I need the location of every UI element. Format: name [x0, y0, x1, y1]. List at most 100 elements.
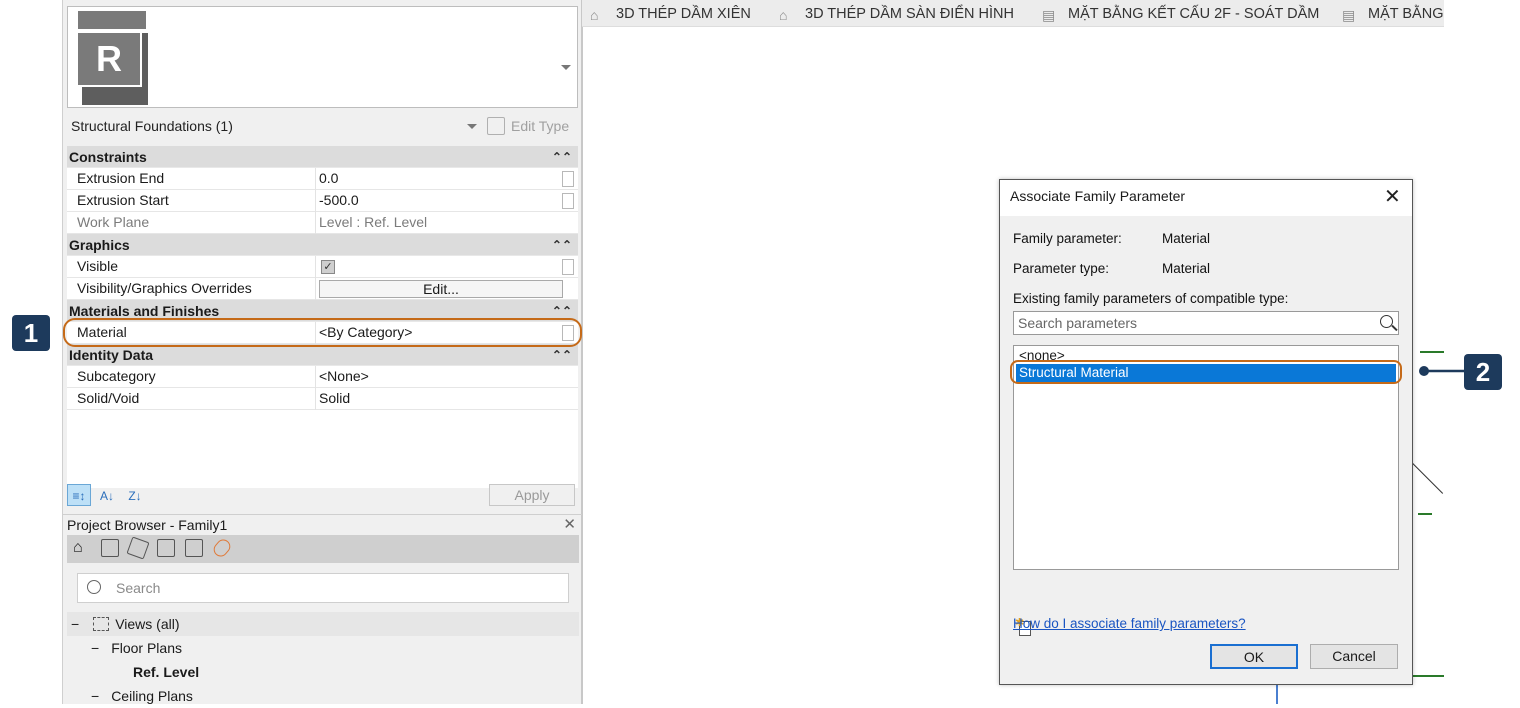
property-value[interactable]: 0.0: [319, 168, 338, 189]
edit-type-button[interactable]: Edit Type: [485, 113, 575, 139]
3d-view-icon: ⌂: [779, 7, 788, 23]
view-tabs: ⌂ 3D THÉP DẦM XIÊN ⌂ 3D THÉP DẦM SÀN ĐIỂN …: [582, 0, 1444, 27]
property-value: Level : Ref. Level: [319, 214, 428, 230]
chevron-down-icon[interactable]: [561, 65, 571, 70]
group-constraints[interactable]: Constraints ⌃⌃: [67, 146, 578, 168]
sheets-icon[interactable]: [126, 536, 150, 560]
material-highlight: [63, 318, 582, 347]
associate-family-parameter-dialog: Associate Family Parameter ✕ Family para…: [999, 179, 1413, 685]
ok-button[interactable]: OK: [1210, 644, 1298, 669]
property-value[interactable]: Solid: [319, 388, 350, 409]
collapse-icon[interactable]: ⌃⌃: [552, 234, 572, 256]
property-row[interactable]: Extrusion End 0.0: [67, 168, 578, 190]
tree-expander[interactable]: −: [91, 640, 99, 656]
properties-empty-area: [67, 410, 578, 488]
property-row[interactable]: Extrusion Start -500.0: [67, 190, 578, 212]
existing-parameters-label: Existing family parameters of compatible…: [1013, 291, 1289, 306]
link-icon[interactable]: [210, 536, 234, 560]
tab-mat-bang[interactable]: ▤ MẶT BẰNG: [1342, 0, 1443, 27]
property-row[interactable]: Visibility/Graphics Overrides Edit...: [67, 278, 578, 300]
search-parameters-input[interactable]: Search parameters: [1013, 311, 1399, 335]
views-icon[interactable]: [101, 539, 119, 557]
collapse-icon[interactable]: ⌃⌃: [552, 146, 572, 168]
canvas-line: [1411, 462, 1444, 494]
sort-ascending-icon[interactable]: A↓: [95, 485, 119, 507]
tree-item-views[interactable]: − Views (all): [67, 612, 579, 636]
cancel-button[interactable]: Cancel: [1310, 644, 1398, 669]
vg-overrides-edit-button[interactable]: Edit...: [319, 280, 563, 298]
edit-type-label: Edit Type: [511, 118, 570, 134]
property-row: Work Plane Level : Ref. Level: [67, 212, 578, 234]
tree-item-floor-plans[interactable]: − Floor Plans: [67, 636, 579, 660]
properties-grid: Constraints ⌃⌃ Extrusion End 0.0 Extrusion…: [67, 146, 578, 488]
project-browser-toolbar: ⌂: [67, 535, 579, 563]
close-icon[interactable]: ✕: [1384, 184, 1401, 209]
property-row[interactable]: Solid/Void Solid: [67, 388, 578, 410]
property-key: Solid/Void: [77, 390, 140, 406]
browser-search-input[interactable]: Search: [77, 573, 569, 603]
sort-descending-icon[interactable]: Z↓: [123, 485, 147, 507]
family-parameter-value: Material: [1162, 231, 1211, 246]
tree-expander[interactable]: −: [71, 616, 79, 632]
group-identity[interactable]: Identity Data ⌃⌃: [67, 344, 578, 366]
tab-3d-dam-san[interactable]: ⌂ 3D THÉP DẦM SÀN ĐIỂN HÌNH: [779, 0, 1014, 27]
visible-checkbox[interactable]: ✓: [321, 260, 335, 274]
group-graphics[interactable]: Graphics ⌃⌃: [67, 234, 578, 256]
properties-toolbar: ≡↕ A↓ Z↓: [67, 484, 151, 508]
group-label: Identity Data: [69, 347, 154, 363]
project-browser-title-text: Project Browser - Family1: [67, 517, 228, 533]
project-browser-title: Project Browser - Family1 ✕: [63, 514, 582, 534]
chevron-down-icon[interactable]: [467, 124, 477, 129]
tab-mat-bang-2f[interactable]: ▤ MẶT BẰNG KẾT CẤU 2F - SOÁT DẦM: [1042, 0, 1319, 27]
edit-type-icon: [487, 117, 505, 135]
help-link[interactable]: How do I associate family parameters?: [1013, 616, 1246, 631]
tab-label: MẶT BẰNG KẾT CẤU 2F - SOÁT DẦM: [1068, 6, 1320, 22]
apply-button[interactable]: Apply: [489, 484, 575, 506]
plan-view-icon: ▤: [1042, 7, 1056, 23]
tree-item-ref-level[interactable]: Ref. Level: [67, 660, 579, 684]
properties-panel: R Structural Foundations (1) Edit Type C…: [62, 0, 583, 704]
categorize-icon[interactable]: ≡↕: [67, 484, 91, 506]
associate-parameter-button[interactable]: [562, 259, 574, 275]
dialog-title: Associate Family Parameter: [1010, 188, 1186, 204]
group-label: Graphics: [69, 237, 130, 253]
canvas-line: [1418, 513, 1432, 515]
property-key: Visibility/Graphics Overrides: [77, 280, 252, 296]
callout-badge-2: 2: [1464, 354, 1502, 390]
type-selector-label: Structural Foundations (1): [71, 118, 233, 134]
associate-parameter-button[interactable]: [562, 193, 574, 209]
families-icon[interactable]: [185, 539, 203, 557]
property-key: Work Plane: [77, 214, 150, 230]
tree-label: Ceiling Plans: [111, 688, 193, 704]
property-value[interactable]: -500.0: [319, 190, 359, 211]
group-label: Constraints: [69, 149, 147, 165]
tab-label: MẶT BẰNG: [1368, 6, 1444, 22]
dialog-body: Family parameter: Material Parameter typ…: [1000, 216, 1412, 684]
tree-expander[interactable]: −: [91, 688, 99, 704]
tree-label: Views (all): [115, 616, 180, 632]
family-parameter-label: Family parameter:: [1013, 231, 1122, 246]
tree-label: Ref. Level: [133, 664, 200, 680]
canvas-line: [1420, 351, 1444, 353]
close-icon[interactable]: ✕: [563, 515, 576, 535]
property-value[interactable]: <None>: [319, 366, 369, 387]
revit-logo-icon: R: [76, 31, 142, 87]
parameter-type-value: Material: [1162, 261, 1211, 276]
associate-parameter-button[interactable]: [562, 171, 574, 187]
search-icon: [87, 580, 101, 594]
type-selector[interactable]: Structural Foundations (1): [67, 114, 479, 138]
property-row[interactable]: Visible ✓: [67, 256, 578, 278]
tab-label: 3D THÉP DẦM SÀN ĐIỂN HÌNH: [805, 6, 1014, 22]
collapse-icon[interactable]: ⌃⌃: [552, 344, 572, 366]
schedules-icon[interactable]: [157, 539, 175, 557]
family-type-thumbnail[interactable]: R: [67, 6, 578, 108]
property-row[interactable]: Subcategory <None>: [67, 366, 578, 388]
callout-connector: [1419, 366, 1464, 376]
parameter-type-label: Parameter type:: [1013, 261, 1110, 276]
tree-item-ceiling-plans[interactable]: − Ceiling Plans: [67, 684, 579, 708]
property-key: Subcategory: [77, 368, 156, 384]
3d-view-icon: ⌂: [590, 7, 599, 23]
home-icon[interactable]: ⌂: [73, 539, 91, 557]
revit-logo-back: [76, 9, 148, 29]
tab-3d-dam-xien[interactable]: ⌂ 3D THÉP DẦM XIÊN: [590, 0, 751, 27]
